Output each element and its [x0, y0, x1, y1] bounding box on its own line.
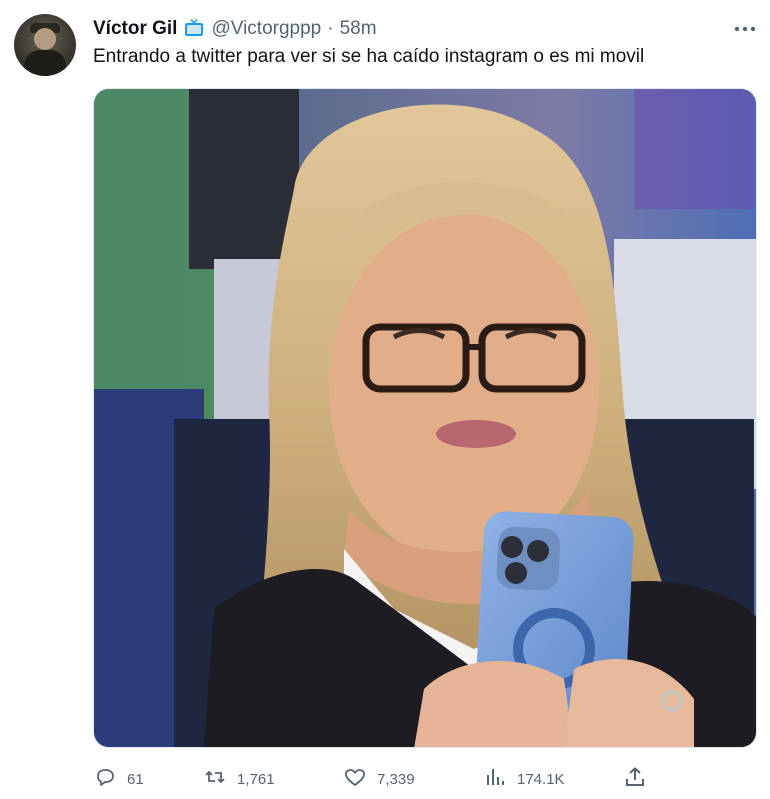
- share-button[interactable]: [623, 764, 647, 794]
- ellipsis-icon[interactable]: [730, 20, 760, 38]
- views-chart-icon: [483, 765, 507, 793]
- avatar-face: [34, 28, 56, 50]
- retweet-icon: [203, 765, 227, 793]
- reply-count: 61: [127, 770, 144, 788]
- views-button[interactable]: 174.1K: [483, 764, 565, 794]
- share-icon: [623, 765, 647, 793]
- views-count: 174.1K: [517, 770, 565, 788]
- tv-icon: [183, 18, 205, 40]
- tweet-media[interactable]: [93, 88, 757, 748]
- media-photo: [94, 89, 756, 747]
- avatar-body: [24, 50, 66, 76]
- reply-icon: [93, 765, 117, 793]
- like-button[interactable]: 7,339: [343, 764, 415, 794]
- timestamp[interactable]: 58m: [340, 18, 377, 40]
- tweet-actions: 61 1,761 7,339 174.1K: [93, 764, 757, 794]
- like-count: 7,339: [377, 770, 415, 788]
- tweet-header: Víctor Gil @Victorgppp · 58m: [93, 16, 377, 42]
- display-name[interactable]: Víctor Gil: [93, 18, 177, 40]
- reply-button[interactable]: 61: [93, 764, 144, 794]
- user-handle[interactable]: @Victorgppp: [211, 18, 321, 40]
- heart-icon: [343, 765, 367, 793]
- retweet-button[interactable]: 1,761: [203, 764, 275, 794]
- retweet-count: 1,761: [237, 770, 275, 788]
- avatar[interactable]: [14, 14, 76, 76]
- tweet-text: Entrando a twitter para ver si se ha caí…: [93, 46, 645, 67]
- separator-dot: ·: [327, 18, 334, 39]
